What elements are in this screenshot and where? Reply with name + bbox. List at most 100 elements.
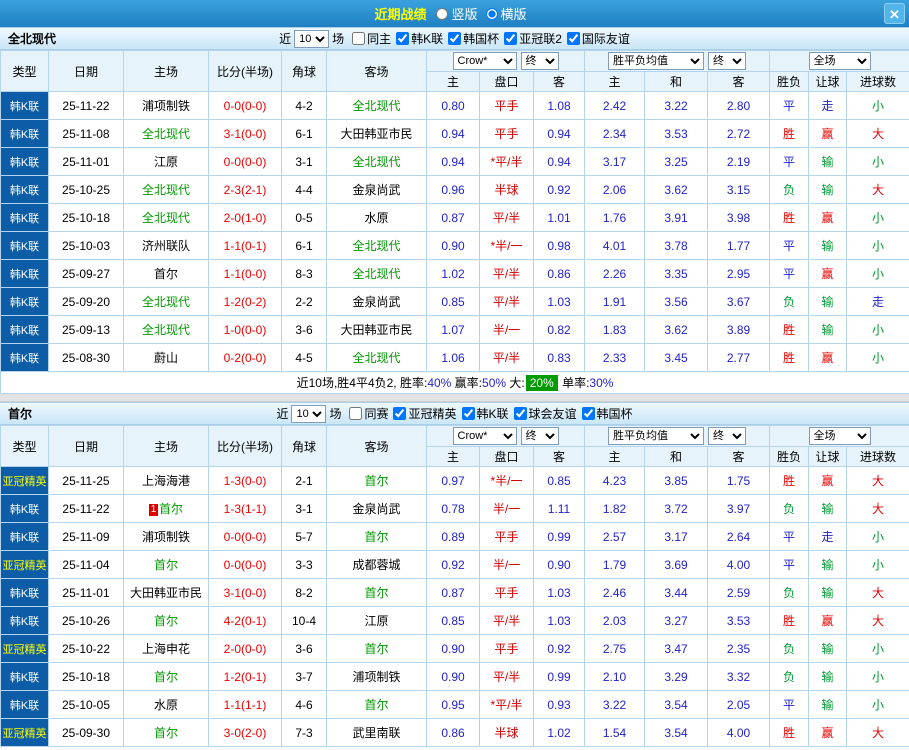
home-team[interactable]: 水原 (123, 690, 209, 719)
home-team[interactable]: 浦项制铁 (123, 522, 209, 551)
matches-table: 类型 日期 主场 比分(半场) 角球 客场 Crow*终 胜平负均值终 全场 (0, 425, 909, 747)
match-score: 4-2(0-1) (208, 606, 282, 635)
asia-away-odds: 1.02 (533, 718, 585, 747)
home-team[interactable]: 全北现代 (123, 203, 209, 232)
filter-checkbox[interactable] (352, 32, 366, 45)
layout-option-vertical[interactable]: 竖版 (436, 4, 478, 23)
filter-checkbox[interactable] (566, 32, 580, 45)
filter-checkbox[interactable] (513, 407, 527, 420)
home-team[interactable]: 全北现代 (123, 119, 209, 148)
home-team[interactable]: 大田韩亚市民 (123, 578, 209, 607)
home-team[interactable]: 首尔 (123, 606, 209, 635)
away-team[interactable]: 首尔 (326, 690, 427, 719)
away-team[interactable]: 大田韩亚市民 (326, 315, 427, 344)
filter-checkbox[interactable] (349, 407, 363, 420)
home-team[interactable]: 首尔 (123, 662, 209, 691)
filter-option[interactable]: 亚冠精英 (393, 405, 457, 422)
asia-final-select[interactable]: 终 (520, 427, 559, 445)
away-team[interactable]: 大田韩亚市民 (326, 119, 427, 148)
home-team[interactable]: 首尔 (123, 550, 209, 579)
filter-checkbox[interactable] (448, 32, 462, 45)
europe-home-odds: 1.79 (584, 550, 645, 579)
europe-avg-select[interactable]: 胜平负均值 (608, 427, 705, 445)
filter-checkbox[interactable] (581, 407, 595, 420)
layout-option-horizontal[interactable]: 横版 (485, 4, 527, 23)
filter-bar: 近 10 场 同赛 亚冠精英 韩K联 球会友谊 韩国杯 (0, 403, 909, 424)
away-team[interactable]: 全北现代 (326, 231, 427, 260)
recent-count-select[interactable]: 10 (294, 29, 330, 48)
match-score: 2-3(2-1) (208, 175, 282, 204)
scope-select[interactable]: 全场 (808, 52, 871, 70)
filter-option[interactable]: 同赛 (349, 405, 388, 422)
home-team[interactable]: 蔚山 (123, 343, 209, 372)
europe-final-select[interactable]: 终 (708, 427, 747, 445)
filter-option[interactable]: 韩K联 (461, 405, 509, 422)
europe-home-odds: 2.46 (584, 578, 645, 607)
home-team[interactable]: 首尔 (123, 259, 209, 288)
filter-checkbox[interactable] (504, 32, 518, 45)
home-team[interactable]: 浦项制铁 (123, 91, 209, 120)
away-team[interactable]: 武里南联 (326, 718, 427, 747)
col-result-outcome: 胜负 (769, 71, 810, 92)
away-team[interactable]: 江原 (326, 606, 427, 635)
away-team[interactable]: 金泉尚武 (326, 287, 427, 316)
europe-final-select[interactable]: 终 (708, 52, 747, 70)
asia-home-odds: 0.80 (426, 91, 480, 120)
asia-final-select[interactable]: 终 (520, 52, 559, 70)
asia-away-odds: 1.11 (533, 494, 585, 523)
home-team[interactable]: 1 首尔 (123, 494, 209, 523)
europe-away-odds: 2.35 (706, 634, 771, 663)
filter-option[interactable]: 球会友谊 (513, 405, 577, 422)
filter-checkbox[interactable] (393, 407, 407, 420)
close-icon[interactable]: ✕ (884, 3, 905, 24)
match-type: 韩K联 (0, 343, 49, 372)
filter-option[interactable]: 亚冠联2 (504, 30, 562, 47)
filter-option[interactable]: 国际友谊 (566, 30, 630, 47)
asia-away-odds: 0.98 (533, 231, 585, 260)
filter-checkbox[interactable] (396, 32, 410, 45)
away-team[interactable]: 首尔 (326, 578, 427, 607)
away-team[interactable]: 成都蓉城 (326, 550, 427, 579)
match-row: 韩K联 25-11-22 浦项制铁 0-0(0-0) 4-2 全北现代 0.80 平手 1.08… (0, 91, 909, 120)
corner-score: 0-5 (281, 203, 327, 232)
home-team[interactable]: 首尔 (123, 718, 209, 747)
vertical-radio[interactable] (436, 7, 449, 20)
filter-option[interactable]: 韩国杯 (448, 30, 499, 47)
home-team[interactable]: 济州联队 (123, 231, 209, 260)
away-team[interactable]: 首尔 (326, 466, 427, 495)
away-team[interactable]: 全北现代 (326, 259, 427, 288)
home-team[interactable]: 全北现代 (123, 315, 209, 344)
filter-option[interactable]: 同主 (352, 30, 391, 47)
home-team[interactable]: 全北现代 (123, 287, 209, 316)
away-team[interactable]: 浦项制铁 (326, 662, 427, 691)
away-team[interactable]: 全北现代 (326, 343, 427, 372)
asia-handicap: 平/半 (479, 287, 534, 316)
home-team[interactable]: 上海申花 (123, 634, 209, 663)
away-team[interactable]: 金泉尚武 (326, 175, 427, 204)
odds-company-select[interactable]: Crow* (452, 52, 517, 70)
away-team[interactable]: 首尔 (326, 634, 427, 663)
match-date: 25-08-30 (48, 343, 124, 372)
filter-option-label: 同主 (367, 32, 392, 46)
filter-prefix-label: 近 (276, 407, 289, 421)
filter-option-label: 球会友谊 (528, 407, 577, 421)
away-team[interactable]: 全北现代 (326, 147, 427, 176)
away-team[interactable]: 首尔 (326, 522, 427, 551)
col-asia-home: 主 (426, 446, 480, 467)
scope-select[interactable]: 全场 (808, 427, 871, 445)
home-team[interactable]: 上海海港 (123, 466, 209, 495)
home-team[interactable]: 江原 (123, 147, 209, 176)
filter-checkbox[interactable] (461, 407, 475, 420)
away-team[interactable]: 水原 (326, 203, 427, 232)
filter-option[interactable]: 韩国杯 (581, 405, 633, 422)
recent-count-select[interactable]: 10 (291, 404, 327, 423)
odds-company-select[interactable]: Crow* (452, 427, 517, 445)
filter-option[interactable]: 韩K联 (396, 30, 443, 47)
europe-avg-select[interactable]: 胜平负均值 (608, 52, 705, 70)
match-date: 25-11-25 (48, 466, 124, 495)
home-team[interactable]: 全北现代 (123, 175, 209, 204)
horizontal-radio[interactable] (485, 7, 498, 20)
away-team[interactable]: 金泉尚武 (326, 494, 427, 523)
away-team[interactable]: 全北现代 (326, 91, 427, 120)
asia-away-odds: 0.86 (533, 259, 585, 288)
